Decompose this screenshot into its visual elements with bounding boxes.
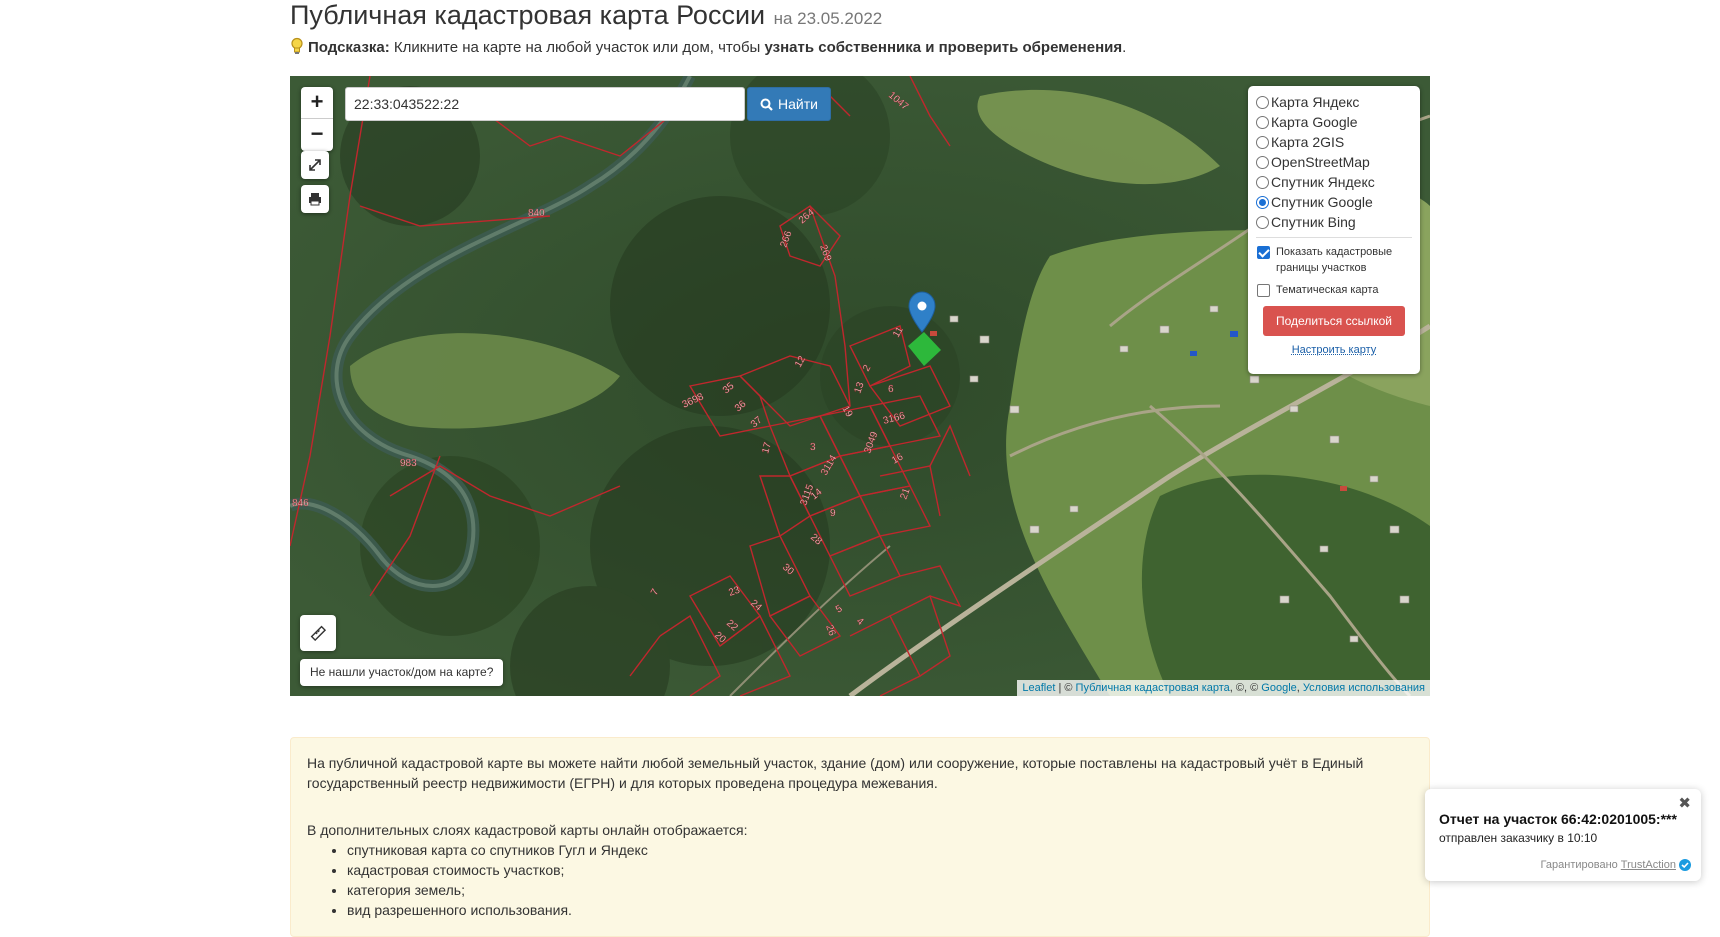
radio-button-selected[interactable] (1256, 195, 1269, 209)
layer-option-google-satellite[interactable]: Спутник Google (1256, 192, 1412, 212)
lightbulb-icon (291, 37, 303, 54)
zoom-out-button[interactable]: − (301, 119, 333, 151)
zoom-in-button[interactable]: + (301, 87, 333, 119)
radio-button[interactable] (1256, 135, 1269, 149)
hint-end: . (1122, 39, 1127, 56)
terms-link[interactable]: Условия использования (1303, 682, 1425, 694)
list-item: вид разрешенного использования. (347, 900, 1413, 920)
parcel-label: 840 (528, 208, 545, 219)
parcel-label: 6 (888, 384, 894, 395)
map-attribution: Leaflet | © Публичная кадастровая карта,… (1017, 680, 1430, 696)
hint-bold-text: узнать собственника и проверить обремене… (764, 39, 1123, 56)
show-borders-toggle[interactable]: Показать кадастровые границы участков (1256, 244, 1412, 276)
layer-option-2gis-map[interactable]: Карта 2GIS (1256, 132, 1412, 152)
info-panel: На публичной кадастровой карте вы можете… (290, 737, 1430, 937)
print-icon (309, 193, 321, 206)
layer-option-bing-satellite[interactable]: Спутник Bing (1256, 212, 1412, 232)
fullscreen-button[interactable] (301, 151, 329, 179)
layer-option-label: Карта Яндекс (1271, 94, 1360, 110)
radio-button[interactable] (1256, 175, 1269, 189)
parcel-label: 9 (830, 508, 836, 519)
page-title: Публичная кадастровая карта России на 23… (290, 0, 882, 31)
layer-option-yandex-map[interactable]: Карта Яндекс (1256, 92, 1412, 112)
divider (1256, 237, 1412, 238)
guarantee-label: Гарантировано (1540, 859, 1618, 871)
notification-title: Отчет на участок 66:42:0201005:*** (1439, 811, 1677, 827)
layer-option-label: Спутник Яндекс (1271, 174, 1375, 190)
page-title-date: на 23.05.2022 (773, 9, 883, 28)
list-item: категория земель; (347, 880, 1413, 900)
share-link-button[interactable]: Поделиться ссылкой (1263, 306, 1405, 336)
notification-footer: Гарантировано TrustAction (1541, 859, 1691, 871)
leaflet-link[interactable]: Leaflet (1022, 682, 1055, 694)
hint-line: Подсказка: Кликните на карте на любой уч… (290, 37, 1126, 56)
info-paragraph: На публичной кадастровой карте вы можете… (307, 755, 1364, 791)
layer-option-label: Спутник Google (1271, 194, 1373, 210)
google-link[interactable]: Google (1261, 682, 1296, 694)
radio-button[interactable] (1256, 115, 1269, 129)
trustaction-link[interactable]: TrustAction (1621, 859, 1676, 871)
thematic-map-toggle[interactable]: Тематическая карта (1256, 282, 1412, 298)
attribution-text: , ©, © (1229, 682, 1262, 694)
radio-button[interactable] (1256, 215, 1269, 229)
attribution-text: | © (1055, 682, 1076, 694)
pkk-link[interactable]: Публичная кадастровая карта (1076, 682, 1230, 694)
radio-button[interactable] (1256, 155, 1269, 169)
list-item: кадастровая стоимость участков; (347, 860, 1413, 880)
not-found-button[interactable]: Не нашли участок/дом на карте? (300, 659, 504, 686)
show-borders-label: Показать кадастровые границы участков (1276, 246, 1393, 274)
map-view[interactable]: 1047 840 983 846 264 266 269 3698 35 36 … (290, 76, 1430, 696)
measure-button[interactable] (300, 615, 336, 651)
report-notification: ✖ Отчет на участок 66:42:0201005:*** отп… (1425, 789, 1701, 881)
search-icon (760, 98, 773, 111)
info-list: спутниковая карта со спутников Гугл и Ян… (307, 840, 1413, 920)
layer-option-label: Карта 2GIS (1271, 134, 1345, 150)
checkbox[interactable] (1257, 284, 1270, 297)
ruler-icon (310, 625, 326, 641)
zoom-control: + − (301, 87, 333, 151)
layer-option-yandex-satellite[interactable]: Спутник Яндекс (1256, 172, 1412, 192)
page-title-text: Публичная кадастровая карта России (290, 0, 766, 30)
hint-label: Подсказка: (308, 39, 390, 56)
layer-option-label: OpenStreetMap (1271, 154, 1370, 170)
hint-text: Кликните на карте на любой участок или д… (389, 39, 765, 56)
list-item: спутниковая карта со спутников Гугл и Ян… (347, 840, 1413, 860)
search-button-label: Найти (778, 96, 818, 112)
info-paragraph: В дополнительных слоях кадастровой карты… (307, 822, 748, 838)
search-button[interactable]: Найти (747, 87, 831, 121)
layers-panel: Карта Яндекс Карта Google Карта 2GIS Ope… (1248, 86, 1420, 374)
parcel-label: 846 (292, 498, 309, 509)
notification-subtitle: отправлен заказчику в 10:10 (1439, 831, 1598, 845)
close-icon[interactable]: ✖ (1678, 794, 1691, 812)
layer-option-google-map[interactable]: Карта Google (1256, 112, 1412, 132)
radio-button[interactable] (1256, 95, 1269, 109)
cadastral-number-input[interactable] (345, 87, 745, 121)
checkbox-checked[interactable] (1257, 246, 1270, 259)
parcel-label: 983 (400, 458, 417, 469)
verified-icon (1679, 859, 1691, 871)
parcel-label: 3 (810, 442, 816, 453)
layer-option-label: Спутник Bing (1271, 214, 1356, 230)
layer-option-openstreetmap[interactable]: OpenStreetMap (1256, 152, 1412, 172)
fullscreen-icon (309, 159, 321, 171)
configure-map-link[interactable]: Настроить карту (1256, 344, 1412, 356)
layer-option-label: Карта Google (1271, 114, 1358, 130)
thematic-map-label: Тематическая карта (1276, 284, 1379, 296)
print-button[interactable] (301, 185, 329, 213)
